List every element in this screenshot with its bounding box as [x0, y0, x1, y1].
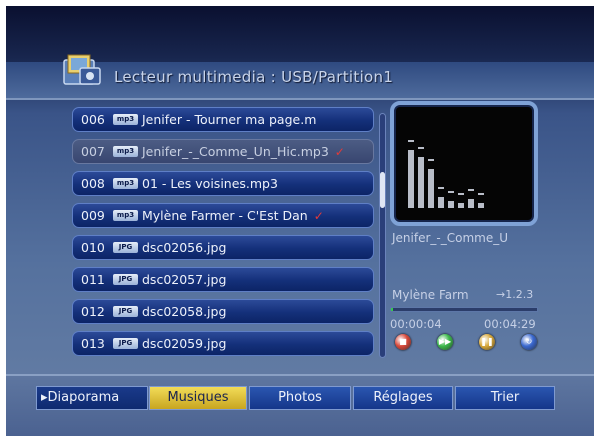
elapsed-time: 00:00:04	[390, 317, 442, 331]
spectrum-peak	[458, 193, 464, 195]
pause-control-icon[interactable]: ❚❚	[479, 334, 495, 350]
item-filename: 01 - Les voisines.mp3	[142, 176, 278, 191]
list-scrollbar[interactable]	[379, 113, 386, 358]
next-track-title: Mylène Farm	[392, 288, 469, 302]
item-filename: Jenifer_-_Comme_Un_Hic.mp3	[142, 144, 329, 159]
list-item[interactable]: 009 mp3 Mylène Farmer - C'Est Dan ✓	[72, 203, 374, 228]
tab-reglages[interactable]: Réglages	[353, 386, 453, 410]
progress-fill	[391, 308, 394, 311]
next-track-index: →1.2.3	[496, 288, 534, 301]
jpg-file-icon: JPG	[113, 338, 138, 349]
spectrum-peak	[408, 140, 414, 142]
jpg-file-icon: JPG	[113, 274, 138, 285]
list-item[interactable]: 011 JPG dsc02057.jpg	[72, 267, 374, 292]
spectrum-bar	[478, 203, 484, 208]
item-number: 009	[81, 208, 105, 223]
spectrum-bar	[428, 169, 434, 208]
mp3-file-icon: mp3	[113, 210, 138, 221]
spectrum-bar	[448, 201, 454, 208]
now-playing-title: Jenifer_-_Comme_U	[392, 231, 508, 245]
spectrum-peak	[428, 159, 434, 161]
item-number: 010	[81, 240, 105, 255]
spectrum-peak	[468, 189, 474, 191]
item-filename: Jenifer - Tourner ma page.m	[142, 112, 317, 127]
jpg-file-icon: JPG	[113, 306, 138, 317]
spectrum-bar	[418, 157, 424, 208]
list-item[interactable]: 006 mp3 Jenifer - Tourner ma page.m	[72, 107, 374, 132]
list-item[interactable]: 013 JPG dsc02059.jpg	[72, 331, 374, 356]
item-filename: dsc02058.jpg	[142, 304, 227, 319]
spectrum-bar	[408, 150, 414, 208]
list-item[interactable]: 010 JPG dsc02056.jpg	[72, 235, 374, 260]
item-number: 011	[81, 272, 105, 287]
tab-musiques[interactable]: Musiques	[149, 386, 247, 410]
item-number: 013	[81, 336, 105, 351]
stop-control-icon[interactable]: ■	[395, 334, 411, 350]
page-title: Lecteur multimedia : USB/Partition1	[114, 68, 394, 86]
tab-trier[interactable]: Trier	[455, 386, 555, 410]
list-item[interactable]: 012 JPG dsc02058.jpg	[72, 299, 374, 324]
item-filename: dsc02057.jpg	[142, 272, 227, 287]
item-number: 006	[81, 112, 105, 127]
item-number: 007	[81, 144, 105, 159]
media-player-screen: Lecteur multimedia : USB/Partition1 006 m…	[6, 6, 594, 436]
mp3-file-icon: mp3	[113, 146, 138, 157]
jpg-file-icon: JPG	[113, 242, 138, 253]
list-item[interactable]: 007 mp3 Jenifer_-_Comme_Un_Hic.mp3 ✓	[72, 139, 374, 164]
spectrum-peak	[448, 191, 454, 193]
checkmark-icon: ✓	[334, 144, 345, 159]
audio-spectrum	[396, 107, 532, 220]
total-time: 00:04:29	[484, 317, 536, 331]
scrollbar-thumb[interactable]	[380, 172, 385, 208]
tab-diaporama[interactable]: ▸Diaporama	[36, 386, 148, 410]
tab-photos[interactable]: Photos	[249, 386, 351, 410]
item-number: 012	[81, 304, 105, 319]
list-item[interactable]: 008 mp3 01 - Les voisines.mp3	[72, 171, 374, 196]
spectrum-peak	[438, 187, 444, 189]
spectrum-bar	[438, 197, 444, 208]
repeat-control-icon[interactable]: ↻	[521, 334, 537, 350]
spectrum-bar	[458, 203, 464, 208]
media-folder-icon	[63, 54, 101, 85]
checkmark-icon: ✓	[313, 208, 324, 223]
item-filename: dsc02059.jpg	[142, 336, 227, 351]
spectrum-peak	[418, 147, 424, 149]
playback-progress-bar	[390, 307, 538, 312]
next-control-icon[interactable]: ▶▶	[437, 334, 453, 350]
item-filename: dsc02056.jpg	[142, 240, 227, 255]
item-filename: Mylène Farmer - C'Est Dan	[142, 208, 308, 223]
mp3-file-icon: mp3	[113, 114, 138, 125]
item-number: 008	[81, 176, 105, 191]
mp3-file-icon: mp3	[113, 178, 138, 189]
spectrum-peak	[478, 193, 484, 195]
spectrum-bar	[468, 199, 474, 208]
